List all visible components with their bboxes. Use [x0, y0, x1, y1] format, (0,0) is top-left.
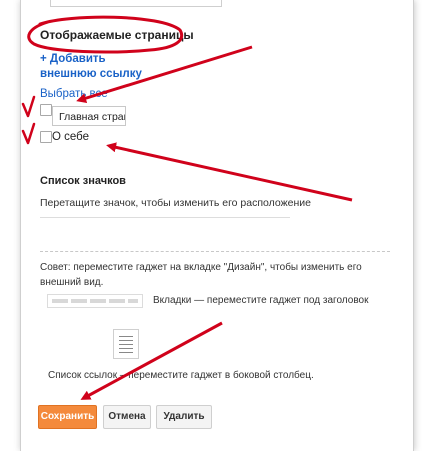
- section-divider: [40, 251, 390, 252]
- icons-section-title: Список значков: [40, 175, 126, 187]
- tabs-layout-preview: [47, 294, 143, 308]
- tabs-layout-label: Вкладки — переместите гаджет под заголов…: [153, 295, 369, 306]
- save-button[interactable]: Сохранить: [38, 405, 97, 429]
- cancel-button[interactable]: Отмена: [103, 405, 151, 429]
- list-layout-label: Список ссылок – переместите гаджет в бок…: [48, 370, 314, 381]
- list-layout-preview: [113, 329, 139, 359]
- icon-list-divider: [40, 217, 290, 218]
- pages-section-title: Отображаемые страницы: [40, 28, 194, 42]
- home-page-checkbox[interactable]: [40, 104, 52, 116]
- home-page-input[interactable]: Главная страница: [52, 106, 126, 126]
- drag-hint: Перетащите значок, чтобы изменить его ра…: [40, 197, 311, 209]
- title-input-edge[interactable]: [50, 0, 222, 7]
- about-label: О себе: [52, 131, 90, 143]
- delete-button[interactable]: Удалить: [156, 405, 212, 429]
- select-all-link[interactable]: Выбрать все: [40, 88, 108, 100]
- about-checkbox[interactable]: [40, 131, 52, 143]
- add-external-link[interactable]: + Добавить внешнюю ссылку: [40, 52, 160, 82]
- layout-tip: Совет: переместите гаджет на вкладке "Ди…: [40, 262, 362, 288]
